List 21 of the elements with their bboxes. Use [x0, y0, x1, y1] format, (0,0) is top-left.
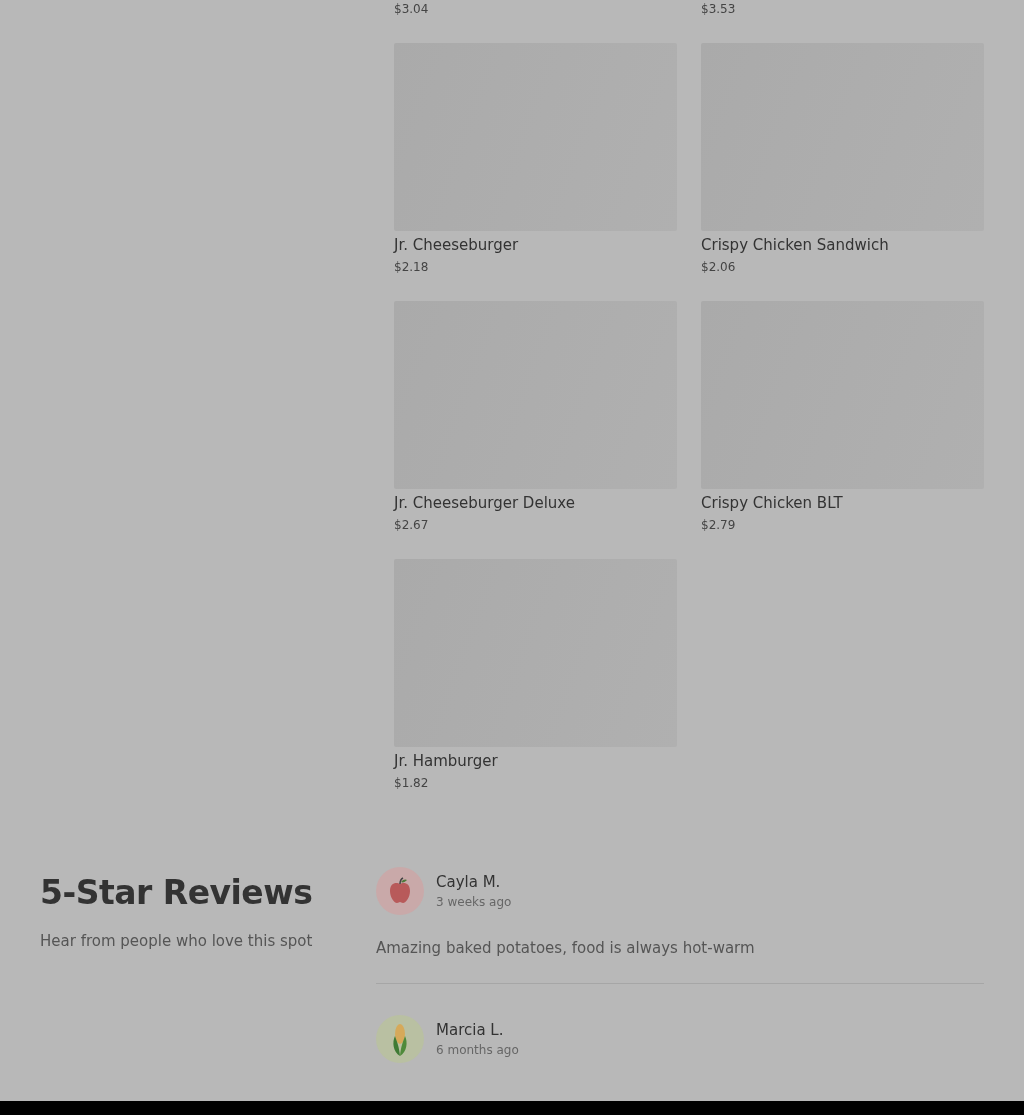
review-time: 3 weeks ago [436, 895, 512, 909]
reviewer-name: Marcia L. [436, 1021, 505, 1039]
item-price: $3.04 [394, 1, 430, 18]
item-price: $2.18 [394, 259, 430, 276]
review-time: 6 months ago [436, 1043, 519, 1057]
item-name: Crispy Chicken Sandwich [701, 235, 890, 255]
item-name: Crispy Chicken BLT [701, 493, 844, 513]
item-price: $1.82 [394, 775, 430, 792]
review-text: Amazing baked potatoes, food is always hot-warm [376, 939, 756, 957]
corn-icon [391, 1022, 409, 1056]
reviewer-name: Cayla M. [436, 873, 502, 891]
item-price: $2.67 [394, 517, 430, 534]
item-name: Jr. Cheeseburger Deluxe [394, 493, 576, 513]
item-price: $3.53 [701, 1, 737, 18]
section-title: 5-Star Reviews [40, 873, 314, 912]
item-price: $2.06 [701, 259, 737, 276]
item-name: Jr. Hamburger [394, 751, 499, 771]
item-name: Jr. Cheeseburger [394, 235, 520, 255]
apple-icon [387, 877, 413, 905]
item-price: $2.79 [701, 517, 737, 534]
section-subtitle: Hear from people who love this spot [40, 932, 314, 950]
